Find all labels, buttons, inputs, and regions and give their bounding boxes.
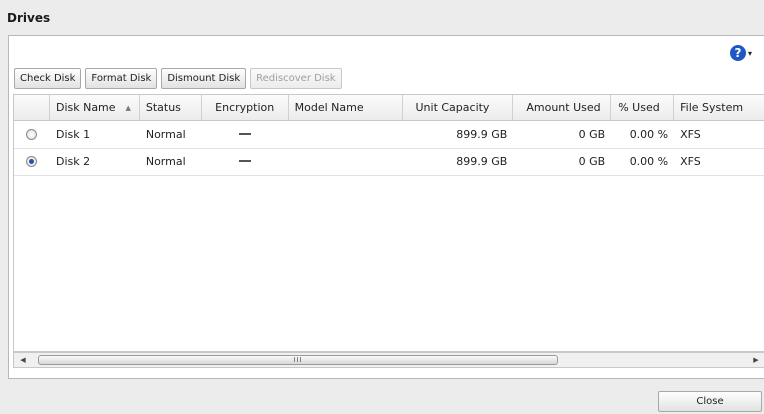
disk-name-cell: Disk 1 [55,127,91,141]
table-row[interactable]: Disk 2 Normal 899.9 GB 0 GB 0.00 % XFS [14,148,764,176]
encryption-cell [202,121,289,147]
percent-used-cell: 0.00 % [629,127,669,141]
column-header-unit-capacity[interactable]: Unit Capacity [403,95,514,120]
row-radio-button[interactable] [26,128,38,140]
table-header: Disk Name ▲ Status Encryption Model Name… [14,95,764,121]
scrollbar-grip: III [293,356,303,364]
check-disk-button[interactable]: Check Disk [14,68,82,89]
horizontal-scrollbar[interactable]: ◀ III ▶ [13,352,764,368]
dismount-disk-button[interactable]: Dismount Disk [161,68,247,89]
amount-used-cell: 0 GB [578,127,606,141]
dash-icon [239,160,252,162]
column-header-label: Unit Capacity [415,101,490,114]
format-disk-button[interactable]: Format Disk [85,68,158,89]
amount-used-cell: 0 GB [578,154,606,168]
drives-panel: ? ▾ Check Disk Format Disk Dismount Disk… [8,35,764,379]
column-header-model-name[interactable]: Model Name [289,95,404,120]
column-header-amount-used[interactable]: Amount Used [513,95,612,120]
close-button[interactable]: Close [658,391,762,412]
select-column-header [14,95,50,120]
row-select-cell[interactable] [14,148,50,174]
model-name-cell [289,121,404,147]
help-button[interactable]: ? ▾ [730,43,756,63]
dialog-title: Drives [7,11,51,25]
scroll-left-arrow-icon[interactable]: ◀ [16,354,30,366]
help-icon: ? [730,45,746,61]
column-header-label: Amount Used [526,101,601,114]
disk-name-cell: Disk 2 [55,154,91,168]
model-name-cell [289,148,404,174]
column-header-label: Disk Name [55,101,116,114]
unit-capacity-cell: 899.9 GB [456,154,508,168]
scrollbar-thumb[interactable]: III [38,355,558,365]
column-header-label: File System [680,101,744,114]
encryption-cell [202,148,289,174]
status-cell: Normal [145,127,186,141]
column-header-disk-name[interactable]: Disk Name ▲ [50,95,140,120]
column-header-encryption[interactable]: Encryption [202,95,289,120]
column-header-label: Status [145,101,181,114]
file-system-cell: XFS [680,154,701,168]
percent-used-cell: 0.00 % [629,154,669,168]
column-header-file-system[interactable]: File System [674,95,764,120]
sort-ascending-icon: ▲ [125,103,131,112]
column-header-percent-used[interactable]: % Used [611,95,675,120]
title-bar: Drives [0,0,764,35]
table-row[interactable]: Disk 1 Normal 899.9 GB 0 GB 0.00 % XFS [14,121,764,149]
column-header-label: % Used [618,101,660,114]
scroll-right-arrow-icon[interactable]: ▶ [749,354,763,366]
drives-table: Disk Name ▲ Status Encryption Model Name… [13,94,764,352]
chevron-down-icon: ▾ [748,48,753,58]
file-system-cell: XFS [680,127,701,141]
row-select-cell[interactable] [14,121,50,147]
toolbar: Check Disk Format Disk Dismount Disk Red… [14,68,342,90]
column-header-label: Model Name [294,101,364,114]
unit-capacity-cell: 899.9 GB [456,127,508,141]
column-header-label: Encryption [215,101,275,114]
status-cell: Normal [145,154,186,168]
rediscover-disk-button[interactable]: Rediscover Disk [250,68,342,89]
dash-icon [239,133,252,135]
column-header-status[interactable]: Status [140,95,202,120]
row-radio-button-selected[interactable] [26,155,38,167]
